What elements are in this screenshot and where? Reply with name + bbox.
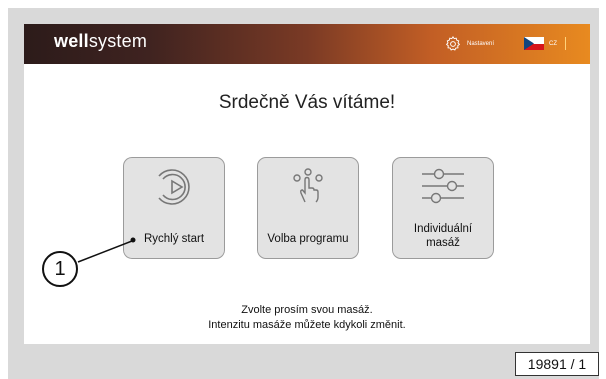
language-selector[interactable]: CZ (524, 37, 566, 50)
settings-label: Nastavení (467, 41, 495, 47)
program-select-button[interactable]: Volba programu (257, 157, 359, 259)
header-divider (565, 37, 566, 50)
welcome-title: Srdečně Vás vítáme! (218, 92, 396, 113)
language-code: CZ (549, 40, 557, 47)
info-line-1: Zvolte prosím svou masáž. (241, 304, 373, 316)
settings-button[interactable]: Nastavení (444, 34, 494, 54)
individual-massage-label: Individuální masáž (413, 223, 473, 249)
figure-number: 19891 / 1 (515, 352, 599, 376)
info-text: Zvolte prosím svou masáž. Intenzitu masá… (24, 303, 590, 333)
quick-start-label: Rychlý start (143, 233, 205, 245)
info-line-2: Intenzitu masáže můžete kdykoli změnit. (208, 319, 406, 331)
quick-start-icon (158, 169, 190, 205)
header-bar: wellsystem Nastavení CZ (24, 24, 590, 64)
individual-massage-button[interactable]: Individuální masáž (392, 157, 494, 259)
program-select-label: Volba programu (267, 233, 349, 245)
callout-marker: 1 (42, 251, 78, 287)
czech-flag-icon (524, 37, 544, 50)
sliders-icon (422, 168, 464, 204)
quick-start-button[interactable]: Rychlý start (123, 157, 225, 259)
gear-icon (445, 36, 461, 51)
wellsystem-logo: wellsystem (54, 31, 148, 51)
device-screen: wellsystem Nastavení CZ Srdečně Vás vítá… (24, 24, 590, 344)
touch-select-icon (293, 168, 323, 203)
